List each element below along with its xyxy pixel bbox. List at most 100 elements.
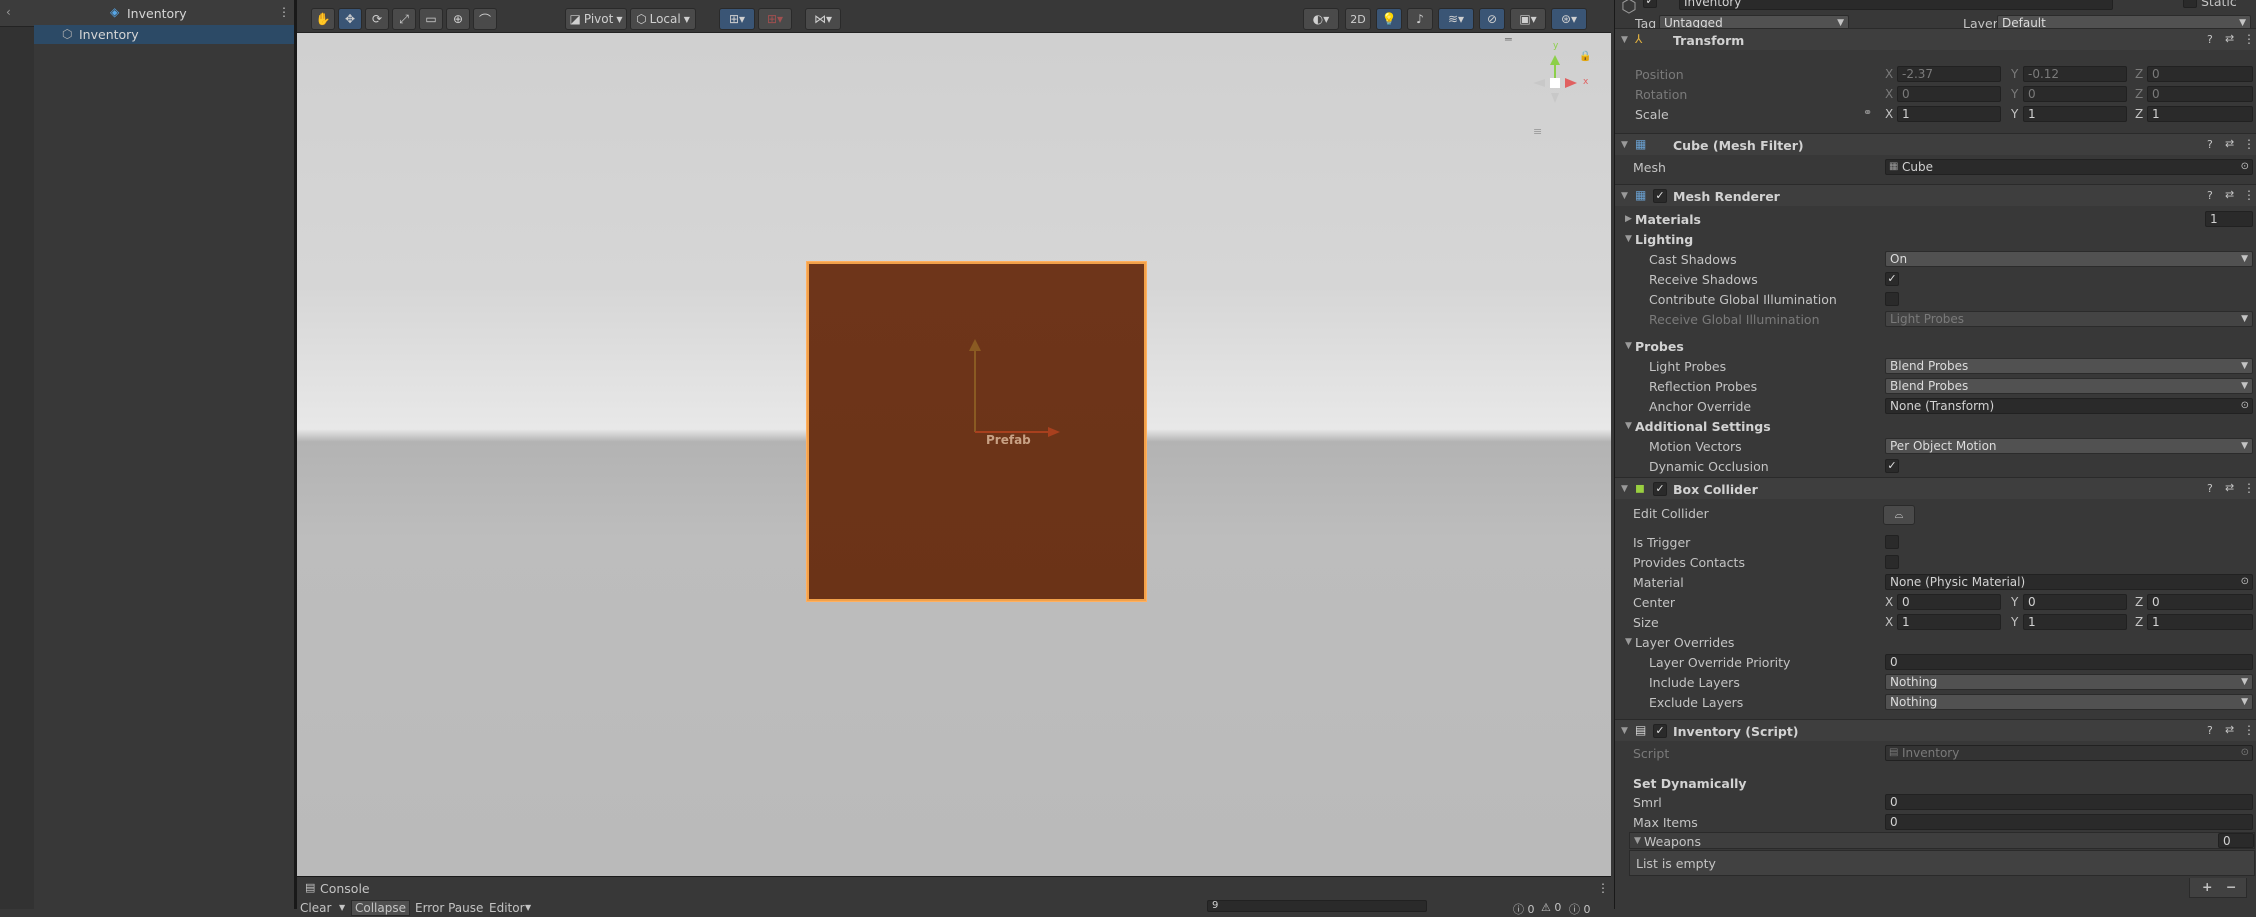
dynamic-occlusion-checkbox[interactable]: ✓ — [1885, 459, 1899, 473]
physic-material-field[interactable]: None (Physic Material) ⊙ — [1885, 574, 2253, 590]
smrl-field[interactable]: 0 — [1885, 794, 2253, 810]
scene-view[interactable]: Prefab y x 🔒 ═ ≡ — [297, 33, 1611, 876]
scale-tool-button[interactable]: ⤢ — [392, 8, 416, 30]
foldout-arrow-icon[interactable]: ▼ — [1621, 484, 1628, 494]
move-gizmo[interactable] — [807, 262, 1146, 601]
grid-button[interactable]: ⊞▾ — [758, 8, 792, 30]
orientation-gizmo[interactable]: y x 🔒 — [1517, 41, 1593, 113]
layer-override-priority-field[interactable]: 0 — [1885, 654, 2253, 670]
grid-snap-button[interactable]: ⊞▾ — [719, 8, 755, 30]
help-icon[interactable]: ? — [2207, 482, 2213, 495]
foldout-arrow-icon[interactable]: ▼ — [1625, 341, 1632, 351]
component-menu-icon[interactable]: ⋮ — [2243, 188, 2255, 202]
max-items-field[interactable]: 0 — [1885, 814, 2253, 830]
script-enabled-checkbox[interactable]: ✓ — [1653, 724, 1667, 738]
2d-toggle[interactable]: 2D — [1345, 8, 1371, 30]
gizmos-dropdown[interactable]: ⊛▾ — [1551, 8, 1587, 30]
size-z-field[interactable]: 1 — [2147, 614, 2253, 630]
help-icon[interactable]: ? — [2207, 724, 2213, 737]
box-collider-enabled-checkbox[interactable]: ✓ — [1653, 482, 1667, 496]
mesh-renderer-enabled-checkbox[interactable]: ✓ — [1653, 189, 1667, 203]
provides-contacts-checkbox[interactable] — [1885, 555, 1899, 569]
audio-toggle[interactable]: ♪ — [1407, 8, 1433, 30]
scale-y-field[interactable]: 1 — [2023, 106, 2127, 122]
error-count[interactable]: ⓘ 0 — [1569, 901, 1591, 917]
custom-tool-button[interactable]: ⌒ — [473, 8, 497, 30]
help-icon[interactable]: ? — [2207, 189, 2213, 202]
foldout-arrow-icon[interactable]: ▶ — [1625, 214, 1632, 224]
pivot-dropdown[interactable]: ◪ Pivot ▼ — [565, 8, 627, 30]
size-y-field[interactable]: 1 — [2023, 614, 2127, 630]
y-arrow-icon[interactable] — [969, 339, 981, 351]
foldout-arrow-icon[interactable]: ▼ — [1621, 35, 1628, 45]
center-y-field[interactable]: 0 — [2023, 594, 2127, 610]
is-trigger-checkbox[interactable] — [1885, 535, 1899, 549]
hand-tool-button[interactable]: ✋ — [311, 8, 335, 30]
object-picker-icon[interactable]: ⊙ — [2241, 399, 2249, 413]
hierarchy-item-inventory[interactable]: ⬡ Inventory — [34, 25, 294, 44]
x-arrow-icon[interactable] — [1048, 427, 1060, 437]
more-options-icon[interactable]: ⋮ — [278, 5, 290, 19]
weapons-count-field[interactable]: 0 — [2218, 833, 2254, 848]
clear-button[interactable]: Clear — [300, 901, 331, 915]
mesh-filter-header[interactable]: ▼ ▦ Cube (Mesh Filter) ? ⇄ ⋮ — [1615, 133, 2256, 155]
rect-tool-button[interactable]: ▭ — [419, 8, 443, 30]
component-menu-icon[interactable]: ⋮ — [2243, 32, 2255, 46]
foldout-arrow-icon[interactable]: ▼ — [1621, 191, 1628, 201]
foldout-arrow-icon[interactable]: ▼ — [1625, 421, 1632, 431]
center-z-field[interactable]: 0 — [2147, 594, 2253, 610]
visibility-toggle[interactable]: ⊘ — [1479, 8, 1505, 30]
weapons-list-header[interactable]: ▼ Weapons 0 — [1629, 832, 2255, 849]
probes-label[interactable]: Probes — [1635, 339, 1684, 354]
console-more-icon[interactable]: ⋮ — [1597, 881, 1609, 895]
edit-collider-button[interactable]: ⌓ — [1883, 505, 1915, 525]
help-icon[interactable]: ? — [2207, 138, 2213, 151]
component-menu-icon[interactable]: ⋮ — [2243, 481, 2255, 495]
reflection-probes-dropdown[interactable]: Blend Probes ▼ — [1885, 378, 2253, 394]
inventory-script-header[interactable]: ▼ ▤ ✓ Inventory (Script) ? ⇄ ⋮ — [1615, 719, 2256, 741]
position-y-field[interactable]: -0.12 — [2023, 66, 2127, 82]
object-picker-icon[interactable]: ⊙ — [2241, 575, 2249, 589]
contribute-gi-checkbox[interactable] — [1885, 292, 1899, 306]
foldout-arrow-icon[interactable]: ▼ — [1625, 637, 1632, 647]
neg-y-cone-icon[interactable] — [1551, 93, 1559, 103]
gizmo-center-box[interactable] — [1550, 78, 1560, 88]
layer-overrides-label[interactable]: Layer Overrides — [1635, 635, 1734, 650]
effects-dropdown[interactable]: ≋▾ — [1438, 8, 1474, 30]
mesh-renderer-header[interactable]: ▼ ▦ ✓ Mesh Renderer ? ⇄ ⋮ — [1615, 184, 2256, 206]
anchor-override-field[interactable]: None (Transform) ⊙ — [1885, 398, 2253, 414]
rotation-y-field[interactable]: 0 — [2023, 86, 2127, 102]
remove-element-button[interactable]: − — [2226, 879, 2236, 894]
foldout-arrow-icon[interactable]: ▼ — [1621, 726, 1628, 736]
component-menu-icon[interactable]: ⋮ — [2243, 137, 2255, 151]
position-z-field[interactable]: 0 — [2147, 66, 2253, 82]
scale-x-field[interactable]: 1 — [1897, 106, 2001, 122]
draw-mode-dropdown[interactable]: ◐▾ — [1303, 8, 1339, 30]
preset-icon[interactable]: ⇄ — [2225, 481, 2234, 494]
clear-dropdown-icon[interactable]: ▼ — [339, 903, 345, 912]
foldout-arrow-icon[interactable]: ▼ — [1634, 836, 1641, 846]
center-x-field[interactable]: 0 — [1897, 594, 2001, 610]
materials-label[interactable]: Materials — [1635, 212, 1701, 227]
motion-vectors-dropdown[interactable]: Per Object Motion ▼ — [1885, 438, 2253, 454]
preset-icon[interactable]: ⇄ — [2225, 137, 2234, 150]
transform-tool-button[interactable]: ⊕ — [446, 8, 470, 30]
neg-x-cone-icon[interactable] — [1533, 79, 1545, 87]
additional-settings-label[interactable]: Additional Settings — [1635, 419, 1771, 434]
local-dropdown[interactable]: ⬡ Local ▼ — [630, 8, 696, 30]
preset-icon[interactable]: ⇄ — [2225, 723, 2234, 736]
increment-snap-button[interactable]: ⋈▾ — [805, 8, 841, 30]
console-tab[interactable]: Console — [320, 881, 370, 896]
back-arrow-icon[interactable]: ‹ — [6, 5, 11, 19]
scale-z-field[interactable]: 1 — [2147, 106, 2253, 122]
lighting-label[interactable]: Lighting — [1635, 232, 1693, 247]
link-icon[interactable]: ⚭ — [1863, 106, 1872, 119]
receive-shadows-checkbox[interactable]: ✓ — [1885, 272, 1899, 286]
overlay-menu-icon[interactable]: ≡ — [1533, 125, 1542, 138]
add-element-button[interactable]: + — [2202, 879, 2212, 894]
rotation-x-field[interactable]: 0 — [1897, 86, 2001, 102]
collapse-toggle[interactable]: Collapse — [351, 900, 410, 916]
lock-icon[interactable]: 🔒 — [1579, 51, 1591, 62]
preset-icon[interactable]: ⇄ — [2225, 188, 2234, 201]
error-pause-toggle[interactable]: Error Pause — [415, 901, 483, 915]
